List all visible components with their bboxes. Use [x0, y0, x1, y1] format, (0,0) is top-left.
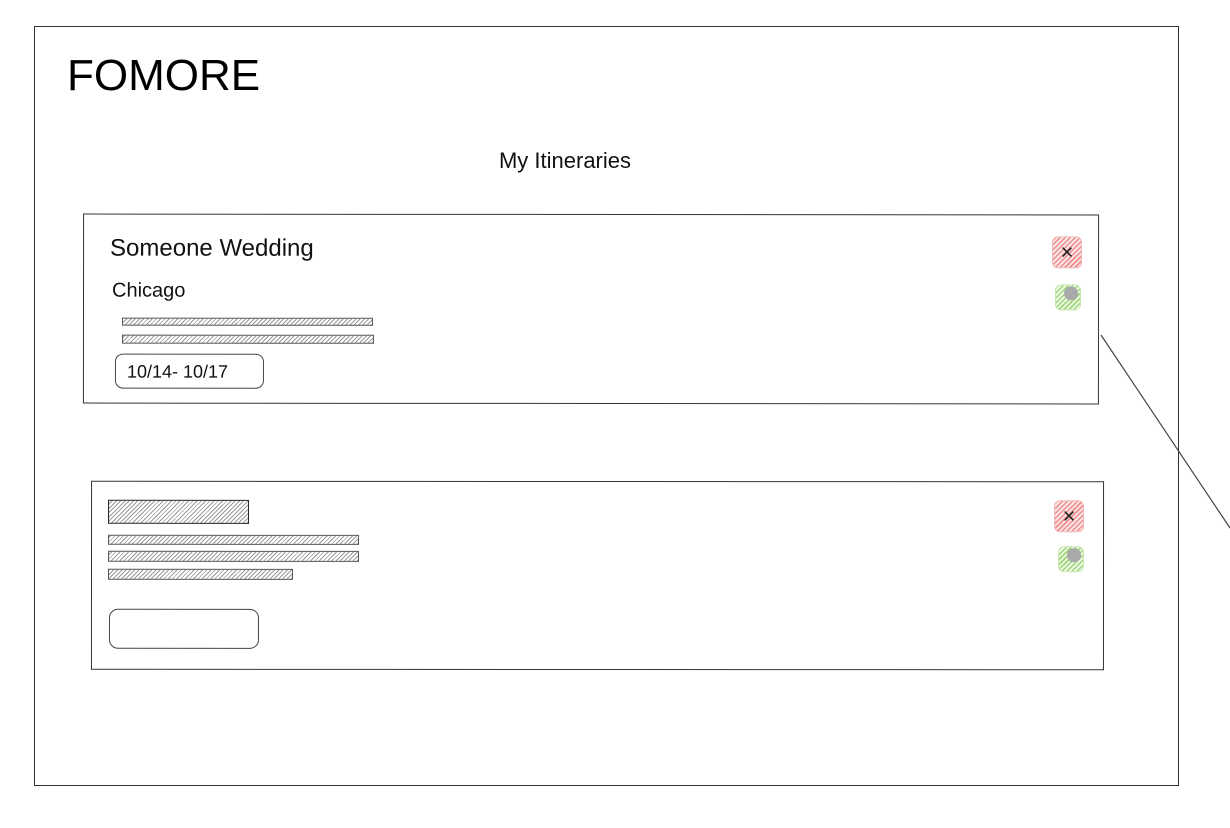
brand-logo: FOMORE — [67, 51, 261, 100]
date-range-badge: 10/14- 10/17 — [114, 353, 264, 389]
edit-icon — [1061, 283, 1081, 304]
itinerary-card[interactable]: Someone Wedding Chicago 10/14- 10/17 × — [82, 213, 1100, 405]
description-line-placeholder — [108, 534, 360, 545]
app-frame — [34, 26, 1179, 786]
itinerary-card[interactable]: × — [90, 480, 1105, 671]
delete-button[interactable]: × — [1052, 236, 1083, 269]
description-line-placeholder — [108, 550, 360, 562]
page-title: My Itineraries — [498, 148, 632, 173]
title-placeholder — [108, 499, 250, 524]
description-line-placeholder — [121, 317, 373, 326]
edit-icon — [1064, 545, 1084, 566]
itinerary-city: Chicago — [112, 279, 186, 302]
close-icon: × — [1062, 503, 1076, 529]
delete-button[interactable]: × — [1054, 500, 1085, 533]
itinerary-title: Someone Wedding — [110, 234, 314, 262]
edit-button[interactable] — [1058, 545, 1085, 573]
description-line-placeholder — [107, 568, 294, 580]
description-line-placeholder — [121, 334, 374, 344]
date-range-badge — [108, 608, 259, 649]
edit-button[interactable] — [1054, 283, 1082, 311]
close-icon: × — [1060, 239, 1074, 265]
